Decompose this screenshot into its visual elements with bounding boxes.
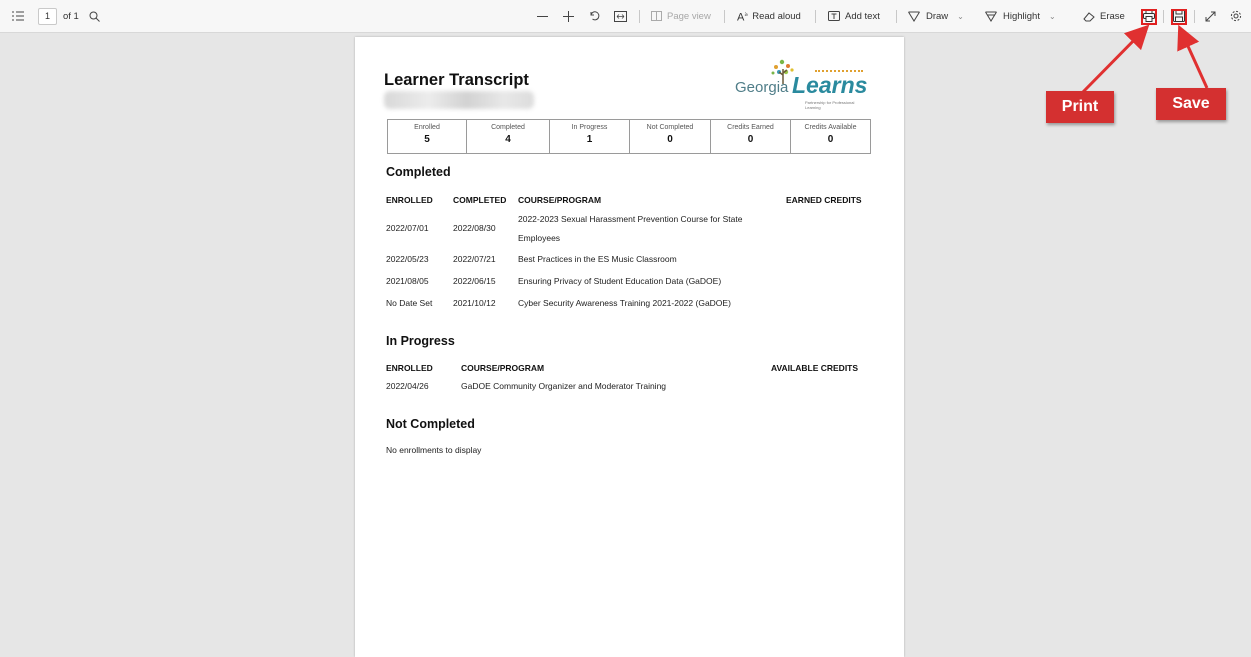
stat-label: Not Completed <box>646 124 694 131</box>
stat-label: Completed <box>491 124 525 131</box>
table-cell: Ensuring Privacy of Student Education Da… <box>518 276 722 286</box>
stat-credits-earned: Credits Earned 0 <box>711 120 791 153</box>
stat-credits-available: Credits Available 0 <box>791 120 870 153</box>
read-aloud-button[interactable]: A৯ Read aloud <box>737 0 801 32</box>
column-header: ENROLLED <box>386 195 433 205</box>
completed-heading: Completed <box>386 165 451 179</box>
stat-value: 0 <box>747 134 754 145</box>
erase-label: Erase <box>1100 10 1125 22</box>
highlight-chevron-down-icon[interactable]: ⌄ <box>1049 12 1056 21</box>
logo-dots <box>815 70 863 75</box>
highlight-label: Highlight <box>1003 10 1040 22</box>
read-aloud-icon: A৯ <box>737 11 749 24</box>
table-cell: Best Practices in the ES Music Classroom <box>518 254 677 264</box>
page-count: of 1 <box>63 10 79 22</box>
fullscreen-icon[interactable] <box>1205 0 1216 32</box>
redacted-learner-name <box>384 91 534 109</box>
stat-in-progress: In Progress 1 <box>550 120 630 153</box>
column-header: EARNED CREDITS <box>786 195 862 205</box>
draw-label: Draw <box>926 10 949 22</box>
table-cell: 2022/07/01 <box>386 223 429 233</box>
draw-icon <box>908 11 920 22</box>
logo-georgia-text: Georgia <box>735 79 789 96</box>
add-text-icon <box>828 11 840 21</box>
empty-message: No enrollments to display <box>386 445 482 455</box>
add-text-button[interactable]: Add text <box>828 0 880 32</box>
column-header: ENROLLED <box>386 363 433 373</box>
fit-page-icon[interactable] <box>614 0 627 32</box>
stat-label: Enrolled <box>414 124 440 131</box>
table-cell: 2022/05/23 <box>386 254 429 264</box>
stat-value: 0 <box>827 134 834 145</box>
settings-icon[interactable] <box>1230 0 1242 32</box>
table-cell: 2021/08/05 <box>386 276 429 286</box>
read-aloud-label: Read aloud <box>752 10 801 22</box>
add-text-label: Add text <box>845 10 880 22</box>
save-arrow <box>1177 24 1209 89</box>
zoom-in-icon[interactable] <box>563 0 574 32</box>
stat-label: Credits Available <box>804 124 857 131</box>
table-cell: GaDOE Community Organizer and Moderator … <box>461 381 667 391</box>
stat-not-completed: Not Completed 0 <box>630 120 711 153</box>
save-highlight-box <box>1171 9 1187 25</box>
summary-stats-table: Enrolled 5 Completed 4 In Progress 1 Not… <box>387 119 871 154</box>
stat-enrolled: Enrolled 5 <box>388 120 467 153</box>
stat-label: Credits Earned <box>727 124 774 131</box>
table-cell: Cyber Security Awareness Training 2021-2… <box>518 298 731 308</box>
print-callout-label: Print <box>1046 91 1114 123</box>
stat-value: 5 <box>424 134 430 145</box>
table-cell: 2022/04/26 <box>386 381 429 391</box>
save-callout-label: Save <box>1156 88 1226 120</box>
column-header: COMPLETED <box>453 195 507 205</box>
zoom-out-icon[interactable] <box>537 0 548 32</box>
in-progress-heading: In Progress <box>386 334 455 348</box>
page-number-input[interactable]: 1 <box>38 8 57 25</box>
stat-value: 4 <box>505 134 511 145</box>
page-view-button[interactable]: Page view <box>651 0 711 32</box>
erase-icon <box>1083 11 1095 21</box>
not-completed-heading: Not Completed <box>386 417 475 431</box>
draw-button[interactable]: Draw ⌄ <box>908 0 964 32</box>
table-cell: No Date Set <box>386 298 433 308</box>
page-view-label: Page view <box>667 10 711 22</box>
column-header: COURSE/PROGRAM <box>461 363 545 373</box>
column-header: COURSE/PROGRAM <box>518 195 602 205</box>
pdf-toolbar: 1 of 1 Page view A৯ Read aloud Add text … <box>0 0 1251 33</box>
column-header: AVAILABLE CREDITS <box>771 363 859 373</box>
page-view-icon <box>651 11 662 21</box>
pdf-page: Learner Transcript Georgia Learns Partne… <box>355 37 904 657</box>
search-icon[interactable] <box>89 0 100 32</box>
table-cell: 2022/06/15 <box>453 276 496 286</box>
print-arrow <box>1080 24 1150 95</box>
table-cell: 2022/08/30 <box>453 223 496 233</box>
table-cell: 2022-2023 Sexual Harassment Prevention C… <box>518 214 743 224</box>
georgia-learns-logo: Georgia Learns Partnership for Professio… <box>735 57 870 110</box>
stat-value: 0 <box>667 134 673 145</box>
table-cell: 2022/07/21 <box>453 254 496 264</box>
rotate-icon[interactable] <box>589 0 601 32</box>
highlight-button[interactable]: Highlight ⌄ <box>985 0 1056 32</box>
logo-learns-text: Learns <box>792 72 868 98</box>
draw-chevron-down-icon[interactable]: ⌄ <box>957 12 964 21</box>
logo-tagline: Partnership for Professional Learning <box>805 100 855 110</box>
print-highlight-box <box>1141 9 1157 25</box>
table-cell: Employees <box>518 233 561 243</box>
erase-button[interactable]: Erase <box>1083 0 1125 32</box>
contents-icon[interactable] <box>12 0 24 32</box>
stat-label: In Progress <box>571 124 608 131</box>
table-cell: 2021/10/12 <box>453 298 496 308</box>
stat-completed: Completed 4 <box>467 120 550 153</box>
transcript-title: Learner Transcript <box>384 71 529 89</box>
highlight-icon <box>985 11 997 22</box>
stat-value: 1 <box>586 134 593 145</box>
